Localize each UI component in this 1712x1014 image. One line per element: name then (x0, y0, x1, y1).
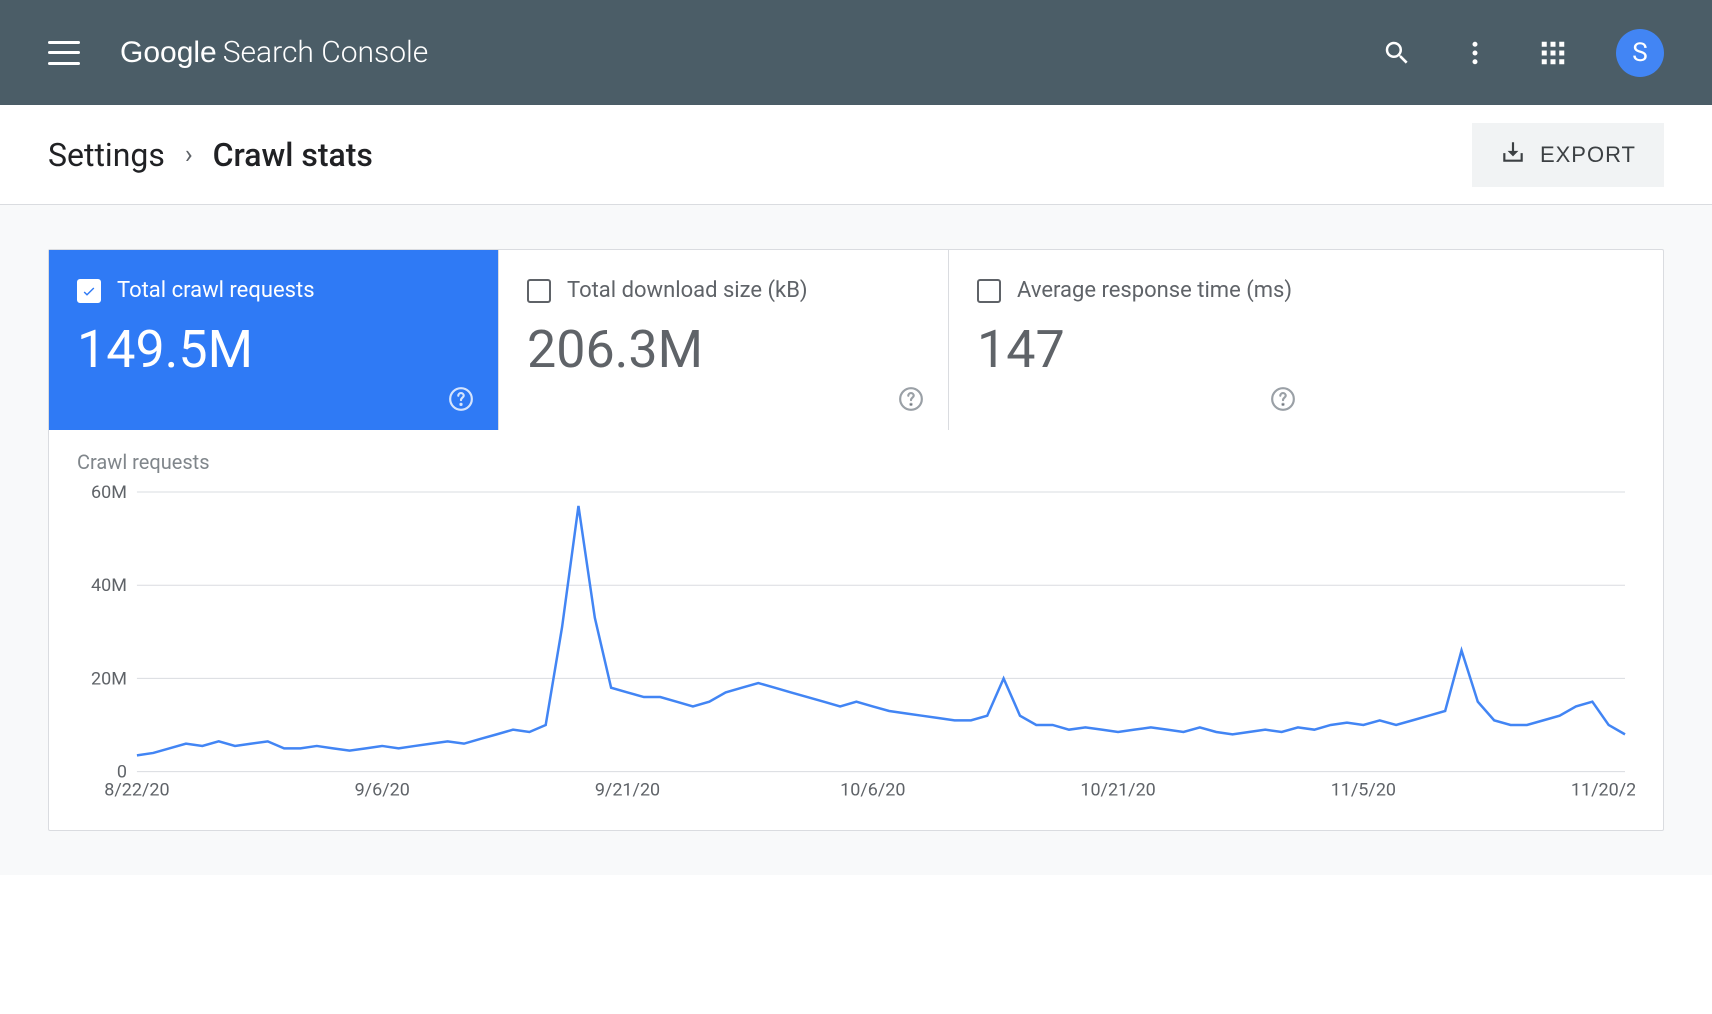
breadcrumb-current: Crawl stats (213, 136, 373, 174)
svg-text:20M: 20M (91, 668, 127, 689)
search-icon[interactable] (1382, 38, 1412, 68)
header-right: S (1382, 29, 1664, 77)
svg-text:8/22/20: 8/22/20 (104, 780, 169, 801)
svg-text:11/20/20: 11/20/20 (1571, 780, 1635, 801)
chart-title: Crawl requests (77, 450, 1635, 474)
metric-label: Total download size (kB) (567, 278, 808, 303)
svg-text:11/5/20: 11/5/20 (1331, 780, 1396, 801)
more-vert-icon[interactable] (1460, 38, 1490, 68)
chart-section: Crawl requests 020M40M60M8/22/209/6/209/… (49, 430, 1663, 830)
checkbox-icon (527, 279, 551, 303)
metric-average-response-time[interactable]: Average response time (ms) 147 (949, 250, 1320, 430)
help-icon[interactable] (448, 386, 474, 412)
svg-text:10/21/20: 10/21/20 (1080, 780, 1155, 801)
metrics-row: Total crawl requests 149.5M Total downlo… (49, 250, 1663, 430)
crawl-requests-chart: 020M40M60M8/22/209/6/209/21/2010/6/2010/… (77, 482, 1635, 802)
app-header: Google Search Console S (0, 0, 1712, 105)
chevron-right-icon: › (185, 140, 193, 170)
breadcrumb-parent[interactable]: Settings (48, 136, 165, 174)
metric-value: 149.5M (77, 319, 470, 380)
avatar-letter: S (1632, 38, 1647, 68)
svg-text:40M: 40M (91, 575, 127, 596)
menu-icon[interactable] (48, 41, 80, 65)
crawl-stats-card: Total crawl requests 149.5M Total downlo… (48, 249, 1664, 831)
svg-text:9/21/20: 9/21/20 (595, 780, 660, 801)
metric-value: 147 (977, 319, 1292, 380)
breadcrumb: Settings › Crawl stats (48, 136, 373, 174)
subheader: Settings › Crawl stats EXPORT (0, 105, 1712, 205)
checkbox-icon (977, 279, 1001, 303)
metric-value: 206.3M (527, 319, 920, 380)
metric-label: Average response time (ms) (1017, 278, 1292, 303)
svg-text:9/6/20: 9/6/20 (355, 780, 410, 801)
metric-label: Total crawl requests (117, 278, 315, 303)
checkbox-icon (77, 279, 101, 303)
content: Total crawl requests 149.5M Total downlo… (0, 205, 1712, 875)
help-icon[interactable] (1270, 386, 1296, 412)
metric-total-crawl-requests[interactable]: Total crawl requests 149.5M (49, 250, 499, 430)
help-icon[interactable] (898, 386, 924, 412)
svg-text:10/6/20: 10/6/20 (840, 780, 905, 801)
logo-google: Google (120, 36, 217, 70)
metric-total-download-size[interactable]: Total download size (kB) 206.3M (499, 250, 949, 430)
svg-text:60M: 60M (91, 482, 127, 503)
product-logo: Google Search Console (120, 35, 428, 70)
apps-icon[interactable] (1538, 38, 1568, 68)
header-left: Google Search Console (48, 35, 428, 70)
avatar[interactable]: S (1616, 29, 1664, 77)
export-button[interactable]: EXPORT (1472, 123, 1664, 187)
download-icon (1500, 139, 1526, 171)
export-label: EXPORT (1540, 142, 1636, 168)
logo-product: Search Console (223, 35, 429, 70)
